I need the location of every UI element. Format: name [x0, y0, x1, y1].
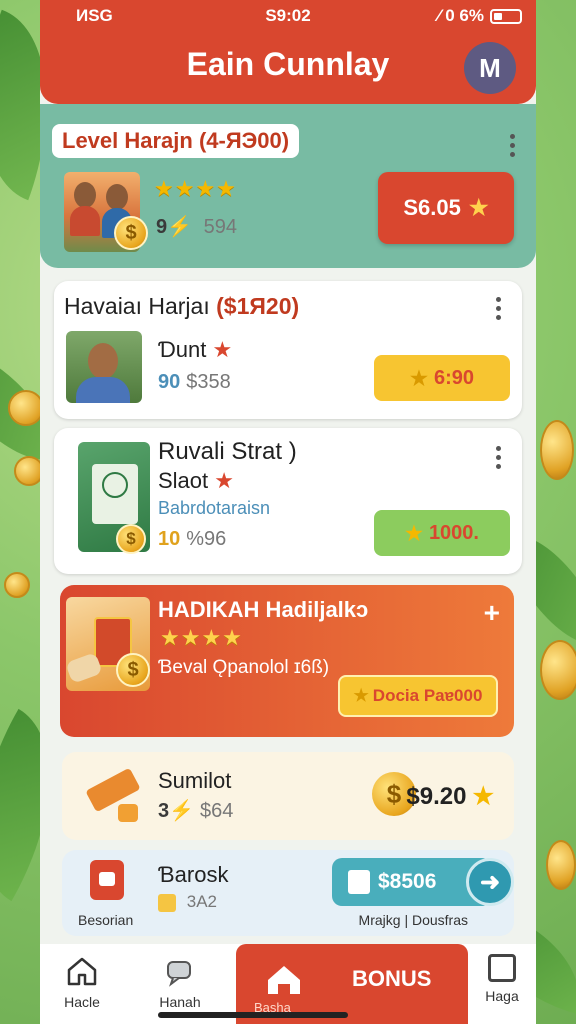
- star-icon: ★: [405, 522, 423, 545]
- page-title: Eain Cunnlay: [186, 46, 390, 82]
- featured-claim-button[interactable]: S6.05 ★: [378, 172, 514, 244]
- promo-button-label: Docia Paɐ000: [372, 686, 483, 705]
- background-coin: [4, 572, 30, 598]
- offer-caption: Babrdotaraisn: [158, 498, 271, 518]
- offer-caption-right: Mrajkg | Dousfras: [358, 912, 468, 928]
- star-icon: ★: [410, 367, 428, 390]
- offer-button[interactable]: ★ 6:90: [374, 355, 510, 401]
- product-thumbnail: [74, 766, 142, 828]
- star-rating: ★★★★: [154, 176, 237, 201]
- app-screen: ИSG S9:02 ⁄ 0 6% Eain Cunnlay M Level Ha…: [40, 0, 536, 1024]
- offer-title: Ruvali Strat ): [158, 438, 297, 465]
- bag-icon: [90, 860, 124, 900]
- status-bar: ИSG S9:02 ⁄ 0 6%: [40, 0, 536, 32]
- promo-title: HADIKAH Hadiljalkɔ: [158, 597, 369, 622]
- nav-last[interactable]: Haga: [468, 954, 536, 1004]
- nav-second[interactable]: Hanah: [140, 954, 220, 1010]
- status-icons: ⁄ 0 6%: [438, 6, 522, 26]
- background-coin: [540, 640, 576, 700]
- featured-card[interactable]: Level Harajn (4-ЯЭ00) $ ★★★★ 9⚡ 594 S6.0…: [40, 104, 536, 268]
- nav-last-label: Haga: [485, 988, 519, 1004]
- offer-name: Ɗunt ★: [158, 337, 233, 362]
- offer-button-label: 1000.: [428, 521, 479, 544]
- background-coin: [8, 390, 44, 426]
- app-header: Eain Cunnlay M: [40, 32, 536, 104]
- offer-caption-left: Besorian: [78, 912, 134, 928]
- coin-icon: $: [116, 653, 150, 687]
- more-vert-icon[interactable]: [494, 446, 502, 469]
- star-rating: ★★★★: [160, 625, 243, 650]
- nav-bonus-label: BONUS: [352, 966, 432, 991]
- offer-card[interactable]: Sumilot 3⚡ $64 $ $9.20 ★: [62, 752, 514, 840]
- more-vert-icon[interactable]: [494, 297, 502, 320]
- featured-count: 9: [156, 216, 168, 238]
- featured-stats: 9⚡ 594: [156, 216, 237, 238]
- background-coin: [540, 420, 574, 480]
- home-icon: [67, 957, 97, 986]
- offer-thumbnail: [66, 331, 142, 403]
- background-coin: [546, 840, 576, 890]
- arrow-right-icon[interactable]: ➜: [466, 858, 514, 906]
- star-icon: ★: [468, 195, 489, 220]
- coin-icon: $: [116, 524, 146, 554]
- plus-icon[interactable]: +: [484, 597, 500, 629]
- offer-title: Sumilot: [158, 768, 232, 793]
- home-icon: [268, 966, 300, 994]
- offer-button[interactable]: ★ 1000.: [374, 510, 510, 556]
- offer-subtitle: Slaot ★: [158, 468, 235, 493]
- promo-subtitle: Ɓeval Ǫpanolol ɪ6ß): [158, 657, 330, 678]
- featured-button-label: S6.05: [403, 195, 461, 220]
- offer-stats: 3A2: [158, 892, 217, 912]
- home-indicator: [158, 1012, 348, 1018]
- document-icon: [348, 870, 370, 894]
- offer-title: Ɓarosk: [158, 862, 229, 887]
- offer-button-label: 6:90: [433, 366, 474, 389]
- promo-button[interactable]: ★ Docia Paɐ000: [338, 675, 498, 717]
- more-vert-icon[interactable]: [508, 134, 516, 157]
- coin-icon: $: [114, 216, 148, 250]
- chat-icon: [167, 961, 191, 987]
- square-icon: [488, 954, 516, 982]
- offer-card[interactable]: Havaiaı Harjaı ($1Я20) Ɗunt ★ 90 $358 ★ 6…: [54, 281, 522, 419]
- offer-title: Havaiaı Harjaı ($1Я20): [64, 293, 300, 319]
- promo-card[interactable]: $ HADIKAH Hadiljalkɔ + ★★★★ Ɓeval Ǫpanol…: [60, 585, 514, 737]
- offer-stats: 3⚡ $64: [158, 800, 234, 822]
- nav-second-label: Hanah: [159, 994, 201, 1010]
- avatar-letter: M: [479, 52, 501, 83]
- status-right-text: ⁄ 0 6%: [437, 6, 484, 25]
- battery-icon: [490, 8, 522, 24]
- level-title: Level Harajn (4-ЯЭ00): [52, 124, 300, 158]
- avatar-icon[interactable]: M: [464, 42, 516, 94]
- offer-price: $9.20 ★: [406, 783, 494, 810]
- nav-home[interactable]: Hacle: [42, 954, 122, 1010]
- star-icon: ★: [353, 686, 369, 705]
- offer-stats: 10 %96: [158, 528, 227, 550]
- featured-count-extra: 594: [203, 216, 237, 238]
- offer-button-label: $8506: [378, 870, 437, 893]
- nav-home-label: Hacle: [64, 994, 100, 1010]
- offer-stats: 90 $358: [158, 371, 231, 393]
- offer-card[interactable]: Besorian Ɓarosk 3A2 $8506 ➜ Mrajkg | Dou…: [62, 850, 514, 936]
- offer-card[interactable]: $ Ruvali Strat ) Slaot ★ Babrdotaraisn 1…: [54, 428, 522, 574]
